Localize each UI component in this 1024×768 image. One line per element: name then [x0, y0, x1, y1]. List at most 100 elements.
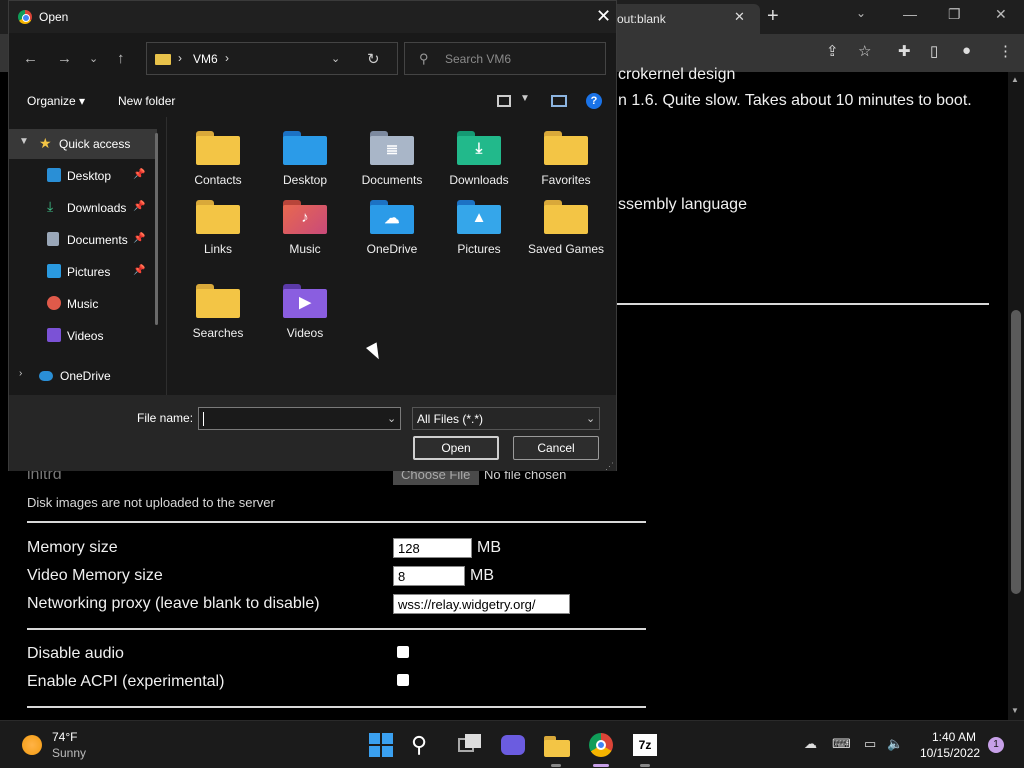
folder-downloads[interactable]: ⤓ Downloads [435, 117, 517, 187]
folder-label: Videos [286, 326, 324, 340]
share-icon[interactable]: ⇪ [826, 42, 839, 60]
folder-searches[interactable]: Searches [174, 270, 256, 340]
search-input[interactable]: ⚲ Search VM6 [404, 42, 606, 75]
onedrive-folder-icon: ☁ [370, 200, 414, 234]
file-name-input[interactable]: ⌄ [198, 407, 401, 430]
music-folder-icon: ♪ [283, 200, 327, 234]
disable-audio-checkbox[interactable] [397, 646, 409, 658]
preview-pane-icon[interactable] [551, 95, 567, 107]
dialog-close-icon[interactable]: ✕ [596, 6, 611, 27]
recent-locations-icon[interactable]: ⌄ [89, 52, 98, 65]
scroll-down-icon[interactable]: ▼ [1011, 706, 1019, 715]
nav-item-quick-access[interactable]: ▼ ★ Quick access [9, 129, 157, 159]
cloud-icon [39, 371, 53, 381]
dialog-title-bar[interactable]: Open ✕ [9, 1, 616, 33]
new-folder-button[interactable]: New folder [118, 94, 175, 108]
folder-documents[interactable]: ≣ Documents [348, 117, 430, 187]
folder-saved-games[interactable]: Saved Games [522, 186, 604, 256]
extensions-icon[interactable]: ✚ [898, 42, 911, 60]
7zip-icon[interactable]: 7z [631, 731, 659, 759]
back-arrow-icon[interactable]: ← [23, 50, 38, 67]
up-arrow-icon[interactable]: ↑ [117, 50, 125, 67]
resize-grip-icon[interactable]: ⋰ [605, 461, 614, 472]
side-panel-icon[interactable]: ▯ [930, 42, 938, 60]
taskbar: 74°F Sunny ⚲ 7z ☁ ⌨ ▭ 🔈 1:40 AM 10/15/20… [0, 720, 1024, 768]
star-icon: ★ [39, 135, 52, 151]
refresh-icon[interactable]: ↻ [367, 50, 380, 68]
notification-badge[interactable]: 1 [988, 737, 1004, 753]
nav-item-music[interactable]: Music [9, 289, 157, 319]
address-path[interactable]: VM6 [193, 52, 218, 66]
desktop-folder-icon [283, 131, 327, 165]
chevron-right-icon[interactable]: › [19, 368, 22, 379]
tab-close-icon[interactable]: ✕ [734, 9, 745, 25]
folder-music[interactable]: ♪ Music [261, 186, 343, 256]
menu-icon[interactable]: ⋮ [998, 42, 1013, 60]
nav-pane-scrollbar[interactable] [155, 133, 158, 325]
nav-item-videos[interactable]: Videos [9, 321, 157, 351]
tab-search-icon[interactable]: ⌄ [856, 6, 866, 20]
chat-icon[interactable] [499, 731, 527, 759]
display-icon[interactable]: ▭ [864, 736, 876, 752]
folder-links[interactable]: Links [174, 186, 256, 256]
chevron-down-icon[interactable]: ⌄ [387, 412, 396, 425]
volume-icon[interactable]: 🔈 [887, 736, 903, 752]
network-off-icon[interactable]: ☁ [804, 736, 817, 752]
memory-field[interactable] [393, 538, 472, 558]
file-type-value: All Files (*.*) [417, 412, 484, 426]
organize-button[interactable]: Organize ▾ [27, 94, 85, 108]
folder-favorites[interactable]: Favorites [522, 117, 604, 187]
window-close-icon[interactable]: ✕ [995, 6, 1007, 23]
disable-audio-label: Disable audio [27, 645, 124, 662]
nav-item-label: OneDrive [60, 369, 111, 383]
scroll-up-icon[interactable]: ▲ [1011, 75, 1019, 84]
minimize-icon[interactable]: — [903, 6, 917, 22]
task-view-icon[interactable] [455, 731, 483, 759]
chrome-icon[interactable] [587, 731, 615, 759]
page-scroll-thumb[interactable] [1011, 310, 1021, 594]
clock-date[interactable]: 10/15/2022 [920, 746, 980, 760]
folder-contacts[interactable]: Contacts [174, 117, 256, 187]
clock-time[interactable]: 1:40 AM [932, 730, 976, 744]
bookmark-star-icon[interactable]: ☆ [858, 42, 871, 60]
chevron-down-icon[interactable]: ⌄ [586, 412, 595, 425]
cancel-button[interactable]: Cancel [513, 436, 599, 460]
folder-icon [544, 200, 588, 234]
divider [27, 706, 646, 708]
folder-videos[interactable]: ▶ Videos [261, 270, 343, 340]
search-icon[interactable]: ⚲ [411, 731, 439, 759]
weather-condition[interactable]: Sunny [52, 746, 86, 760]
open-button[interactable]: Open [413, 436, 499, 460]
keyboard-icon[interactable]: ⌨ [832, 736, 851, 752]
folder-desktop[interactable]: Desktop [261, 117, 343, 187]
chevron-right-icon[interactable]: › [225, 51, 229, 65]
sun-icon[interactable] [22, 735, 42, 755]
screen: out:blank ✕ + ⌄ — ❐ ✕ ⇪ ☆ ✚ ▯ ● ⋮ ▲ ▼ cr… [0, 0, 1024, 768]
weather-temp[interactable]: 74°F [52, 730, 77, 744]
restore-icon[interactable]: ❐ [948, 6, 961, 23]
profile-icon[interactable]: ● [962, 42, 971, 59]
nav-item-downloads[interactable]: ⤓ Downloads 📌 [9, 193, 157, 223]
proxy-field[interactable] [393, 594, 570, 614]
nav-item-pictures[interactable]: Pictures 📌 [9, 257, 157, 287]
video-memory-field[interactable] [393, 566, 465, 586]
nav-item-desktop[interactable]: Desktop 📌 [9, 161, 157, 191]
address-bar[interactable]: › VM6 › ⌄ ↻ [146, 42, 398, 75]
chevron-down-icon[interactable]: ▼ [19, 136, 29, 147]
file-type-select[interactable]: All Files (*.*) ⌄ [412, 407, 600, 430]
chevron-down-icon[interactable]: ▼ [520, 93, 530, 104]
view-icon[interactable] [497, 95, 511, 107]
nav-item-documents[interactable]: Documents 📌 [9, 225, 157, 255]
new-tab-button[interactable]: + [767, 5, 779, 28]
folder-pictures[interactable]: ▲ Pictures [435, 186, 517, 256]
chevron-down-icon[interactable]: ⌄ [331, 52, 340, 65]
help-icon[interactable]: ? [586, 93, 602, 109]
pin-icon: 📌 [133, 201, 146, 212]
nav-item-onedrive[interactable]: › OneDrive [9, 361, 157, 391]
folder-onedrive[interactable]: ☁ OneDrive [348, 186, 430, 256]
content-line: n 1.6. Quite slow. Takes about 10 minute… [618, 92, 972, 109]
forward-arrow-icon[interactable]: → [57, 50, 72, 67]
acpi-checkbox[interactable] [397, 674, 409, 686]
file-explorer-icon[interactable] [543, 731, 571, 759]
start-icon[interactable] [367, 731, 395, 759]
